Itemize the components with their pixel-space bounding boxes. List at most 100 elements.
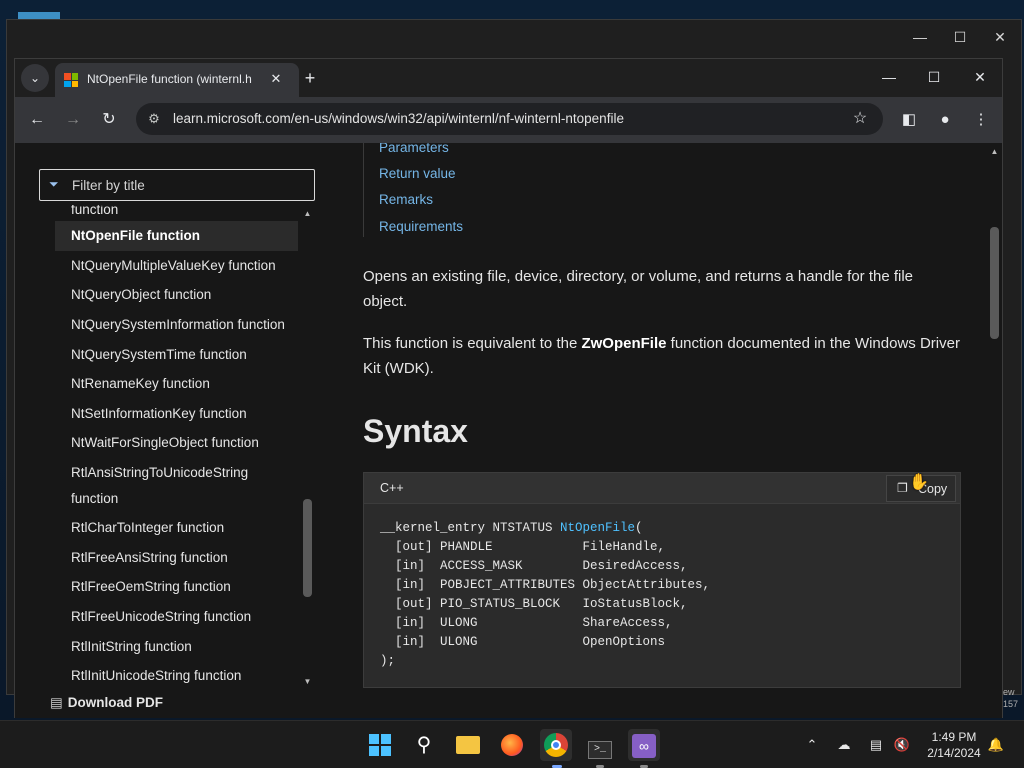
code-line: [in] ACCESS_MASK DesiredAccess, (380, 559, 688, 573)
toc-item[interactable]: RtlAnsiStringToUnicodeString (71, 460, 298, 486)
equiv-pre: This function is equivalent to the (363, 335, 582, 352)
tab-ntopenfile[interactable]: NtOpenFile function (winternl.h ✕ (55, 63, 299, 97)
chevron-up-icon[interactable]: ⌃ (802, 735, 822, 755)
toc-scroll-thumb[interactable] (303, 499, 312, 597)
toc-item[interactable]: NtRenameKey function (71, 371, 298, 397)
browser-toolbar: ← → ↻ ⚙ learn.microsoft.com/en-us/window… (15, 97, 1002, 143)
background-maximize-button[interactable]: ☐ (948, 28, 972, 46)
download-pdf-link[interactable]: ▤ Download PDF (50, 695, 163, 711)
copy-button[interactable]: ❐ Copy ✋ (886, 474, 956, 502)
link-parameters[interactable]: Parameters (379, 143, 449, 155)
search-icon[interactable]: ⚲ (408, 729, 440, 761)
new-tab-button[interactable]: + (299, 67, 321, 89)
browser-window: ⌄ NtOpenFile function (winternl.h ✕ + — … (14, 58, 1003, 718)
clock[interactable]: 1:49 PM 2/14/2024 (919, 729, 989, 761)
toc-item[interactable]: NtQueryObject function (71, 282, 298, 308)
maximize-button[interactable]: ☐ (920, 67, 948, 87)
code-line: ); (380, 654, 396, 668)
toc-item[interactable]: NtQuerySystemTime function (71, 342, 298, 368)
page-scrollbar[interactable]: ▲ (987, 143, 1002, 718)
tab-title: NtOpenFile function (winternl.h (87, 72, 252, 86)
windows-logo-icon (369, 734, 391, 756)
toc-scrollbar[interactable]: ▲ ▼ (300, 205, 315, 691)
background-close-button[interactable]: ✕ (988, 28, 1012, 46)
download-pdf-label: Download PDF (67, 695, 164, 710)
toc-item[interactable]: NtQuerySystemInformation function (71, 312, 298, 338)
file-explorer-icon[interactable] (452, 729, 484, 761)
menu-icon[interactable]: ⋮ (969, 108, 993, 132)
notification-bell-icon[interactable]: 🔔 (986, 735, 1006, 755)
reload-button[interactable]: ↻ (97, 108, 121, 132)
forward-button[interactable]: → (61, 108, 85, 132)
start-button[interactable] (364, 729, 396, 761)
site-info-icon[interactable]: ⚙ (144, 109, 164, 129)
page-scroll-thumb[interactable] (990, 227, 999, 339)
toc-item[interactable]: RtlCharToInteger function (71, 515, 298, 541)
toc-item-ntopenfile[interactable]: NtOpenFile function (71, 223, 298, 249)
code-function-name: NtOpenFile (560, 521, 636, 535)
link-return-value[interactable]: Return value (379, 166, 456, 181)
toc-item[interactable]: RtlFreeAnsiString function (71, 545, 298, 571)
clock-date: 2/14/2024 (927, 746, 981, 760)
network-icon[interactable]: ▤ (866, 735, 886, 755)
link-requirements[interactable]: Requirements (379, 219, 463, 234)
code-line: [in] ULONG ShareAccess, (380, 616, 673, 630)
toc-item[interactable]: RtlFreeOemString function (71, 574, 298, 600)
firefox-icon[interactable] (496, 729, 528, 761)
article: Parameters Return value Remarks Requirem… (363, 143, 963, 718)
terminal-icon[interactable]: >_ (584, 729, 616, 761)
edge-text-1: ew (1003, 687, 1015, 697)
toc-item[interactable]: RtlInitUnicodeString function (71, 663, 298, 689)
toc-item-partial[interactable]: function (71, 205, 298, 223)
code-line: [in] POBJECT_ATTRIBUTES ObjectAttributes… (380, 578, 711, 592)
taskbar: ⚲ >_ ∞ ⌃ ☁ ▤ 🔇 1:49 PM 2/14/2024 🔔 (0, 720, 1024, 768)
tab-close-icon[interactable]: ✕ (267, 70, 285, 88)
background-minimize-button[interactable]: — (908, 28, 932, 46)
code-line: [out] PHANDLE FileHandle, (380, 540, 666, 554)
visual-studio-icon[interactable]: ∞ (628, 729, 660, 761)
toc-item[interactable]: RtlFreeUnicodeString function (71, 604, 298, 630)
scroll-down-icon[interactable]: ▼ (302, 677, 313, 687)
scroll-up-icon[interactable]: ▲ (302, 209, 313, 219)
code-line: [out] PIO_STATUS_BLOCK IoStatusBlock, (380, 597, 688, 611)
equivalent-paragraph: This function is equivalent to the ZwOpe… (363, 331, 961, 381)
page-content: ⏷ Filter by title function NtOpenFile fu… (15, 143, 1002, 718)
syntax-heading: Syntax (363, 413, 468, 449)
chevron-down-icon: ⌄ (29, 71, 41, 85)
toc-item[interactable]: NtWaitForSingleObject function (71, 430, 298, 456)
filter-icon: ⏷ (49, 177, 59, 191)
pdf-icon: ▤ (50, 695, 63, 710)
side-panel-icon[interactable]: ◧ (897, 108, 921, 132)
chrome-icon[interactable] (540, 729, 572, 761)
url-text[interactable]: learn.microsoft.com/en-us/windows/win32/… (173, 111, 624, 126)
mouse-cursor-icon: ✋ (909, 474, 929, 491)
toc-item-continued[interactable]: function (71, 486, 298, 512)
onedrive-icon[interactable]: ☁ (834, 735, 854, 755)
link-remarks[interactable]: Remarks (379, 192, 433, 207)
volume-mute-icon[interactable]: 🔇 (892, 735, 912, 755)
code-line: [in] ULONG OpenOptions (380, 635, 666, 649)
zwopenfile-link: ZwOpenFile (581, 335, 667, 352)
bookmark-star-icon[interactable]: ☆ (849, 108, 871, 130)
page-scroll-up-icon[interactable]: ▲ (989, 147, 1000, 157)
filter-input[interactable]: ⏷ Filter by title (39, 169, 315, 201)
toc-item[interactable]: NtQueryMultipleValueKey function (71, 253, 298, 279)
back-button[interactable]: ← (25, 108, 49, 132)
code-block: C++ ❐ Copy ✋ __kernel_entry NTSTATUS NtO… (363, 472, 961, 688)
edge-text-2: 157 (1003, 699, 1019, 709)
in-page-toc-rule (363, 143, 364, 237)
minimize-button[interactable]: — (875, 67, 903, 87)
intro-paragraph: Opens an existing file, device, director… (363, 268, 914, 310)
filter-placeholder: Filter by title (72, 178, 145, 193)
close-button[interactable]: ✕ (966, 67, 994, 87)
address-bar[interactable]: ⚙ learn.microsoft.com/en-us/windows/win3… (136, 103, 883, 135)
toc-list: function NtOpenFile function NtQueryMult… (55, 205, 298, 691)
code-line: __kernel_entry NTSTATUS (380, 521, 561, 535)
tab-strip: ⌄ NtOpenFile function (winternl.h ✕ + — … (15, 59, 1002, 97)
microsoft-logo-icon (64, 73, 78, 87)
profile-icon[interactable]: ● (933, 108, 957, 132)
tab-search-button[interactable]: ⌄ (21, 64, 49, 92)
toc-item[interactable]: NtSetInformationKey function (71, 401, 298, 427)
toc-item[interactable]: RtlInitString function (71, 634, 298, 660)
code-paren: ( (635, 521, 643, 535)
